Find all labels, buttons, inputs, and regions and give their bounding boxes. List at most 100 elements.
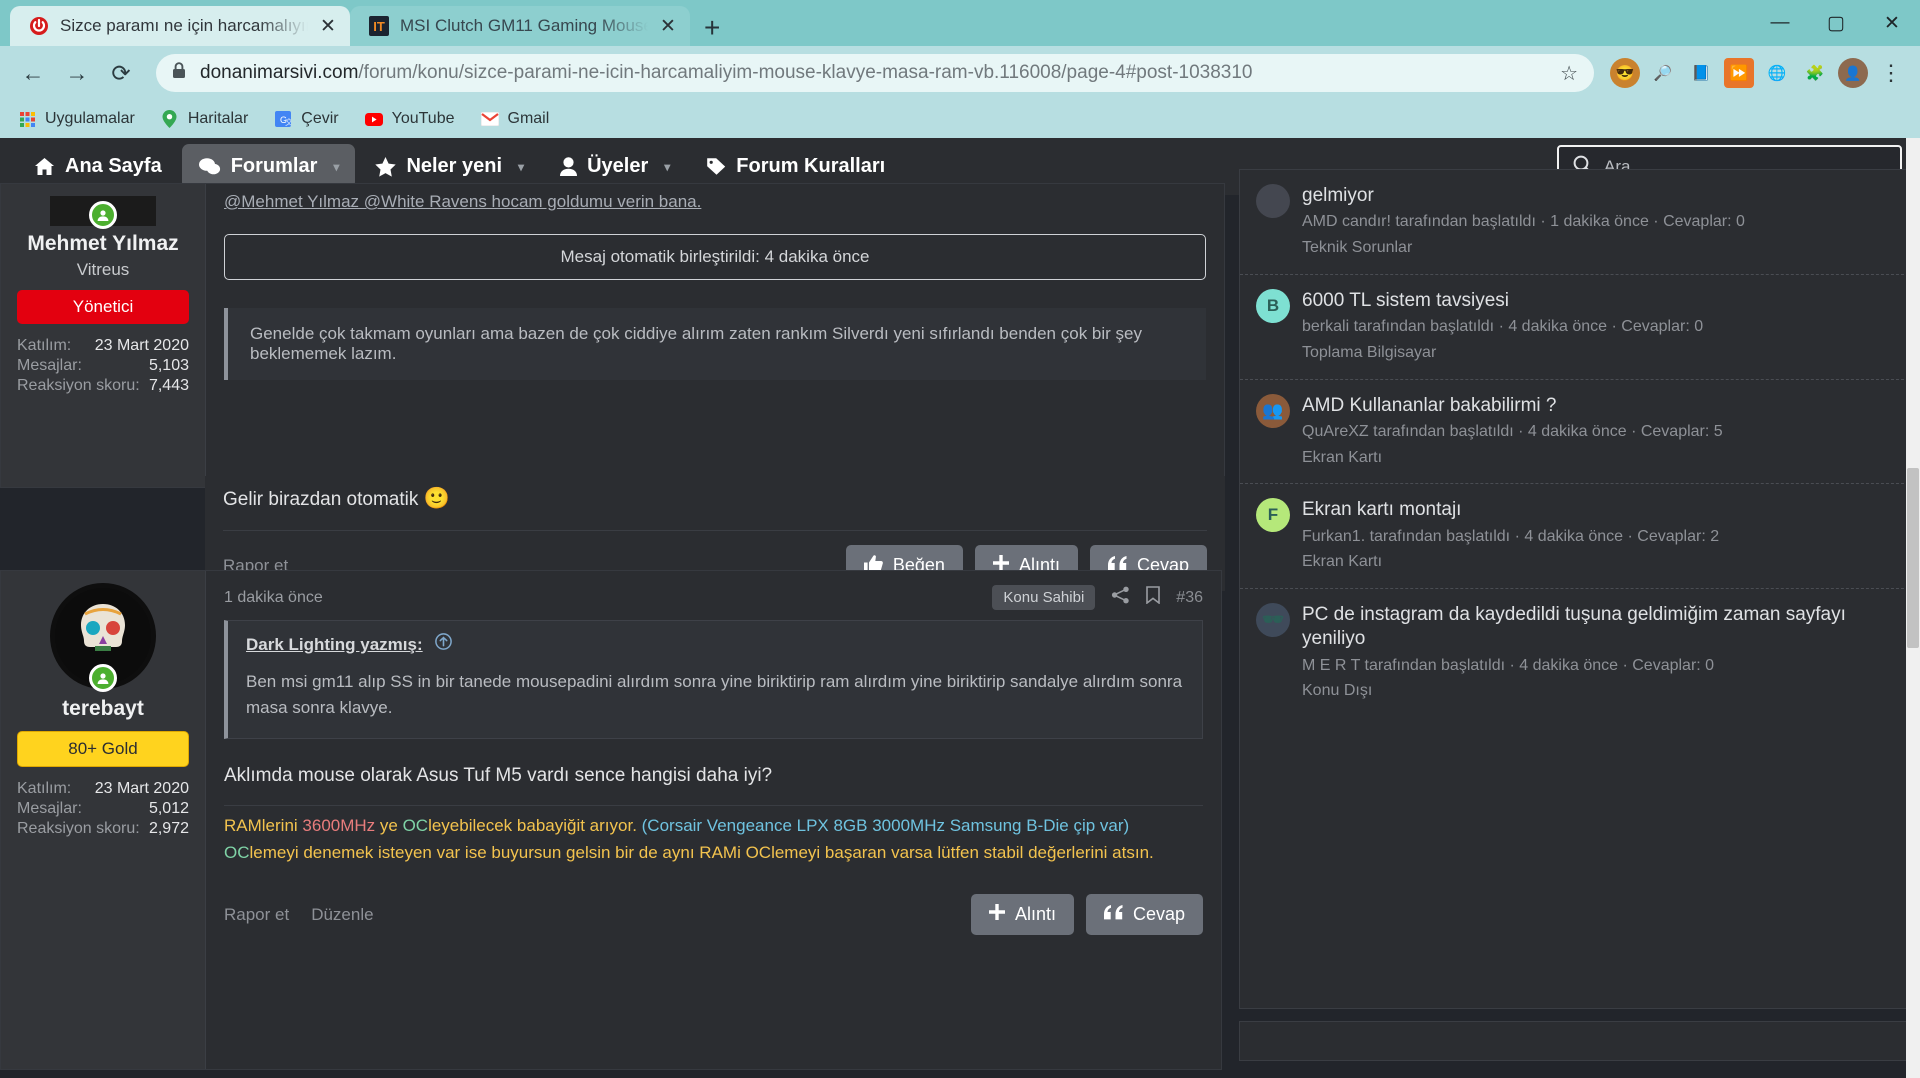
- post-username[interactable]: Mehmet Yılmaz: [11, 232, 195, 256]
- post-mentions[interactable]: @Mehmet Yılmaz @White Ravens hocam goldu…: [224, 192, 701, 211]
- thread-title[interactable]: gelmiyor: [1302, 184, 1745, 208]
- secondary-widget: [1239, 1021, 1920, 1061]
- avatar[interactable]: [50, 196, 156, 229]
- list-item[interactable]: gelmiyor AMD candır! tarafından başlatıld…: [1240, 170, 1919, 274]
- home-icon: [34, 157, 55, 176]
- bookmark-uygulamalar[interactable]: Uygulamalar: [18, 110, 135, 128]
- thread-title[interactable]: 6000 TL sistem tavsiyesi: [1302, 289, 1703, 313]
- quote-author[interactable]: Dark Lighting yazmış:: [246, 635, 423, 654]
- puzzle-extension-icon[interactable]: 🧩: [1800, 58, 1830, 88]
- close-icon[interactable]: ✕: [318, 15, 338, 38]
- close-icon[interactable]: ✕: [658, 15, 678, 38]
- list-item[interactable]: F Ekran kartı montajı Furkan1. tarafından …: [1240, 483, 1919, 588]
- browser-window: Sizce paramı ne için harcamalıyım ✕ IT M…: [0, 0, 1920, 1078]
- reply-button[interactable]: Cevap: [1085, 894, 1203, 936]
- minimize-button[interactable]: —: [1752, 0, 1808, 46]
- avatar[interactable]: 👥: [1256, 393, 1290, 428]
- thread-title[interactable]: Ekran kartı montajı: [1302, 498, 1719, 522]
- latest-threads-widget: gelmiyor AMD candır! tarafından başlatıld…: [1239, 169, 1920, 1009]
- bookmark-label: Uygulamalar: [45, 110, 135, 127]
- chrome-menu-icon[interactable]: ⋮: [1876, 58, 1906, 88]
- bookmark-youtube[interactable]: YouTube: [364, 110, 455, 128]
- bookmark-cevir[interactable]: G文 Çevir: [274, 110, 339, 128]
- forward-extension-icon[interactable]: ⏩: [1724, 58, 1754, 88]
- page-body: Mehmet Yılmaz Vitreus Yönetici Katılım: …: [0, 169, 1920, 1076]
- avatar[interactable]: B: [1256, 288, 1290, 323]
- post-number[interactable]: #36: [1176, 589, 1203, 607]
- nav-item-label: Ana Sayfa: [65, 155, 162, 177]
- avatar[interactable]: [1256, 184, 1290, 218]
- list-item[interactable]: 👥 AMD Kullananlar bakabilirmi ? QuAreXZ ta…: [1240, 378, 1919, 484]
- post-text: Aklımda mouse olarak Asus Tuf M5 vardı s…: [224, 764, 773, 786]
- post-username[interactable]: terebayt: [11, 697, 195, 721]
- thread-forum[interactable]: Ekran Kartı: [1302, 551, 1719, 574]
- svg-text:IT: IT: [373, 19, 385, 34]
- status-badge: 80+ Gold: [17, 731, 189, 767]
- user-stat-row: Mesajlar: 5,103: [11, 356, 195, 376]
- share-icon[interactable]: [1111, 586, 1130, 609]
- button-label: Cevap: [1132, 904, 1185, 925]
- bookmark-label: Çevir: [301, 110, 339, 127]
- user-icon: [560, 157, 578, 176]
- gmail-icon: [480, 110, 499, 128]
- list-item[interactable]: 🕶 PC de instagram da kaydedildi tuşuna ge…: [1240, 588, 1919, 717]
- it-icon: IT: [368, 15, 390, 37]
- avatar[interactable]: F: [1256, 498, 1290, 533]
- chevron-down-icon[interactable]: ▾: [518, 160, 524, 174]
- bookmark-star-icon[interactable]: ☆: [1560, 61, 1578, 86]
- chevron-down-icon[interactable]: ▾: [664, 160, 670, 174]
- stat-value: 23 Mart 2020: [94, 337, 189, 354]
- window-close-button[interactable]: ✕: [1864, 0, 1920, 46]
- thread-forum[interactable]: Konu Dışı: [1302, 680, 1903, 703]
- page-viewport: Ana Sayfa Forumlar ▾ Neler yeni ▾ Üyeler…: [0, 138, 1920, 1078]
- nav-item-label: Forumlar: [230, 155, 318, 177]
- bookmark-gmail[interactable]: Gmail: [480, 110, 549, 128]
- nav-item-label: Forum Kuralları: [736, 155, 886, 177]
- bookmark-icon[interactable]: [1146, 586, 1161, 609]
- thread-owner-badge: Konu Sahibi: [992, 585, 1096, 610]
- avatar[interactable]: [50, 583, 156, 692]
- page-scrollbar[interactable]: [1906, 138, 1920, 1078]
- profile-avatar[interactable]: 👤: [1838, 58, 1868, 88]
- plus-icon: [988, 904, 1005, 925]
- thread-title[interactable]: PC de instagram da kaydedildi tuşuna gel…: [1302, 603, 1903, 652]
- back-button[interactable]: ←: [14, 54, 52, 92]
- thread-forum[interactable]: Ekran Kartı: [1302, 447, 1723, 470]
- thread-forum[interactable]: Teknik Sorunlar: [1302, 237, 1745, 260]
- thread-title[interactable]: AMD Kullananlar bakabilirmi ?: [1302, 394, 1723, 418]
- window-controls: — ▢ ✕: [1752, 0, 1920, 46]
- thread-meta: berkali tarafından başlatıldı · 4 dakika…: [1302, 318, 1704, 336]
- maximize-button[interactable]: ▢: [1808, 0, 1864, 46]
- new-tab-button[interactable]: +: [704, 14, 720, 42]
- stat-value: 23 Mart 2020: [94, 780, 189, 797]
- post-action-buttons: Alıntı Cevap: [970, 894, 1203, 936]
- bookmark-haritalar[interactable]: Haritalar: [161, 110, 248, 128]
- tab-1[interactable]: IT MSI Clutch GM11 Gaming Mouse ✕: [350, 6, 690, 46]
- scrollbar-thumb[interactable]: [1907, 468, 1919, 648]
- thread-forum[interactable]: Toplama Bilgisayar: [1302, 342, 1703, 365]
- chevron-down-icon[interactable]: ▾: [333, 160, 339, 174]
- quote-button[interactable]: Alıntı: [970, 894, 1074, 936]
- forward-button[interactable]: →: [58, 54, 96, 92]
- dictionary-extension-icon[interactable]: 📘: [1686, 58, 1716, 88]
- url-path: /forum/konu/sizce-parami-ne-icin-harcama…: [358, 62, 1253, 83]
- report-link[interactable]: Rapor et: [224, 905, 289, 925]
- url-host: donanimarsivi.com: [200, 62, 359, 83]
- reload-button[interactable]: ⟳: [102, 54, 140, 92]
- thread-meta: AMD candır! tarafından başlatıldı · 1 da…: [1302, 213, 1745, 231]
- avatar-extension-icon[interactable]: 😎: [1610, 58, 1640, 88]
- translate-extension-icon[interactable]: 🌐: [1762, 58, 1792, 88]
- quote-text: Ben msi gm11 alıp SS in bir tanede mouse…: [246, 672, 1183, 718]
- stat-value: 7,443: [148, 377, 189, 394]
- star-icon: [375, 156, 397, 177]
- address-bar[interactable]: donanimarsivi.com/forum/konu/sizce-param…: [156, 54, 1594, 92]
- tab-0[interactable]: Sizce paramı ne için harcamalıyım ✕: [10, 6, 350, 46]
- svg-text:文: 文: [285, 117, 291, 127]
- browser-toolbar: ← → ⟳ donanimarsivi.com/forum/konu/sizce…: [0, 46, 1920, 100]
- avatar[interactable]: 🕶: [1256, 603, 1290, 637]
- quote-jump-icon[interactable]: [435, 633, 452, 654]
- edit-link[interactable]: Düzenle: [311, 905, 373, 925]
- list-item[interactable]: B 6000 TL sistem tavsiyesi berkali tarafın…: [1240, 273, 1919, 379]
- apps-grid-icon: [18, 110, 36, 128]
- search-extension-icon[interactable]: 🔎: [1648, 58, 1678, 88]
